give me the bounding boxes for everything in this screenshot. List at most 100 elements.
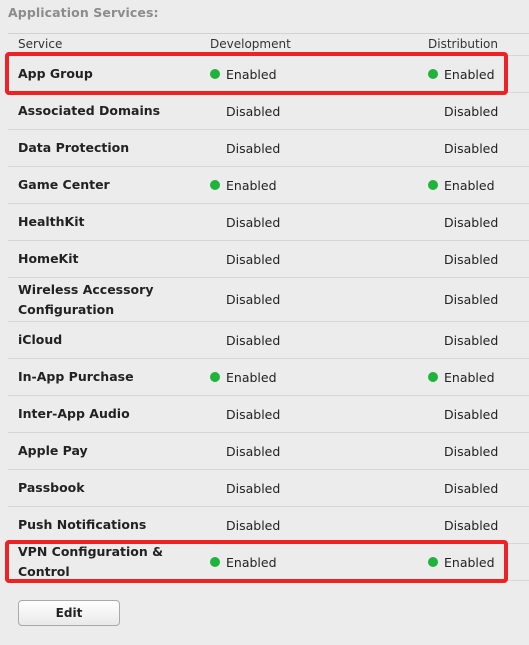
enabled-status-dot-icon — [428, 372, 438, 382]
distribution-status-cell: Enabled — [428, 167, 495, 203]
table-row: Associated Domains Disabled Disabled — [8, 92, 529, 129]
edit-button[interactable]: Edit — [18, 600, 120, 626]
development-status-cell: Disabled — [210, 322, 280, 358]
enabled-status-dot-icon — [210, 180, 220, 190]
table-body: App Group Enabled Enabled Associated Domain… — [8, 55, 529, 580]
service-name: iCloud — [18, 332, 63, 347]
enabled-status-dot-icon — [210, 557, 220, 567]
distribution-status-cell: Disabled — [428, 322, 498, 358]
distribution-status-text: Disabled — [444, 251, 499, 267]
table-row: Passbook Disabled Disabled — [8, 469, 529, 506]
distribution-status-cell: Enabled — [428, 56, 495, 92]
table-header: Service Development Distribution — [8, 33, 529, 55]
distribution-status-text: Disabled — [444, 443, 499, 459]
distribution-status-cell: Enabled — [428, 359, 495, 395]
table-row: Data Protection Disabled Disabled — [8, 129, 529, 166]
service-name: Data Protection — [18, 140, 130, 155]
development-status-cell: Disabled — [210, 204, 280, 240]
distribution-status-text: Disabled — [444, 214, 499, 230]
development-status-text: Enabled — [226, 177, 277, 193]
development-status-cell: Disabled — [210, 396, 280, 432]
distribution-status-text: Disabled — [444, 406, 499, 422]
distribution-status-cell: Disabled — [428, 396, 498, 432]
development-status-text: Disabled — [226, 480, 281, 496]
development-status-text: Disabled — [226, 332, 281, 348]
service-name: HealthKit — [18, 214, 85, 229]
development-status-text: Disabled — [226, 103, 281, 119]
distribution-status-cell: Disabled — [428, 130, 498, 166]
distribution-status-cell: Disabled — [428, 278, 498, 321]
development-status-cell: Disabled — [210, 130, 280, 166]
service-name: App Group — [18, 66, 93, 81]
development-status-text: Enabled — [226, 66, 277, 82]
distribution-status-cell: Disabled — [428, 507, 498, 543]
development-status-cell: Disabled — [210, 433, 280, 469]
column-header-service: Service — [18, 37, 63, 51]
table-row: HomeKit Disabled Disabled — [8, 240, 529, 277]
development-status-cell: Enabled — [210, 56, 277, 92]
service-name: HomeKit — [18, 251, 79, 266]
distribution-status-cell: Disabled — [428, 93, 498, 129]
distribution-status-text: Disabled — [444, 517, 499, 533]
enabled-status-dot-icon — [210, 372, 220, 382]
service-name: VPN Configuration & Control — [18, 544, 164, 579]
development-status-text: Disabled — [226, 406, 281, 422]
distribution-status-text: Disabled — [444, 332, 499, 348]
development-status-text: Disabled — [226, 214, 281, 230]
table-row: Wireless Accessory Configuration Disabled… — [8, 277, 529, 321]
enabled-status-dot-icon — [428, 180, 438, 190]
development-status-cell: Enabled — [210, 544, 277, 580]
service-name: Inter-App Audio — [18, 406, 130, 421]
distribution-status-cell: Disabled — [428, 433, 498, 469]
development-status-cell: Enabled — [210, 167, 277, 203]
column-header-development: Development — [210, 37, 291, 51]
service-name: Push Notifications — [18, 517, 147, 532]
service-name: Wireless Accessory Configuration — [18, 281, 154, 317]
service-name: Apple Pay — [18, 443, 88, 458]
development-status-text: Enabled — [226, 369, 277, 385]
table-row: VPN Configuration & Control Enabled Enable… — [8, 543, 529, 580]
table-row: Apple Pay Disabled Disabled — [8, 432, 529, 469]
enabled-status-dot-icon — [210, 69, 220, 79]
distribution-status-cell: Disabled — [428, 204, 498, 240]
development-status-text: Disabled — [226, 517, 281, 533]
development-status-text: Disabled — [226, 292, 281, 307]
distribution-status-text: Disabled — [444, 103, 499, 119]
distribution-status-cell: Disabled — [428, 241, 498, 277]
development-status-cell: Disabled — [210, 93, 280, 129]
development-status-cell: Disabled — [210, 470, 280, 506]
distribution-status-text: Enabled — [444, 554, 495, 570]
enabled-status-dot-icon — [428, 557, 438, 567]
distribution-status-text: Disabled — [444, 140, 499, 156]
distribution-status-cell: Enabled — [428, 544, 495, 580]
development-status-text: Disabled — [226, 251, 281, 267]
development-status-text: Enabled — [226, 554, 277, 570]
development-status-cell: Disabled — [210, 507, 280, 543]
service-name: Passbook — [18, 480, 85, 495]
table-row: Inter-App Audio Disabled Disabled — [8, 395, 529, 432]
table-row: Push Notifications Disabled Disabled — [8, 506, 529, 543]
distribution-status-text: Enabled — [444, 369, 495, 385]
development-status-cell: Disabled — [210, 278, 280, 321]
section-title: Application Services: — [8, 5, 159, 20]
service-name: Associated Domains — [18, 103, 161, 118]
distribution-status-text: Enabled — [444, 66, 495, 82]
services-table: Service Development Distribution App Gro… — [8, 33, 529, 581]
development-status-cell: Enabled — [210, 359, 277, 395]
distribution-status-text: Enabled — [444, 177, 495, 193]
development-status-cell: Disabled — [210, 241, 280, 277]
enabled-status-dot-icon — [428, 69, 438, 79]
distribution-status-cell: Disabled — [428, 470, 498, 506]
table-row: HealthKit Disabled Disabled — [8, 203, 529, 240]
distribution-status-text: Disabled — [444, 480, 499, 496]
table-row: In-App Purchase Enabled Enabled — [8, 358, 529, 395]
development-status-text: Disabled — [226, 443, 281, 459]
service-name: In-App Purchase — [18, 369, 134, 384]
table-row: App Group Enabled Enabled — [8, 55, 529, 92]
service-name: Game Center — [18, 177, 110, 192]
table-row: Game Center Enabled Enabled — [8, 166, 529, 203]
distribution-status-text: Disabled — [444, 292, 499, 307]
column-header-distribution: Distribution — [428, 37, 499, 51]
development-status-text: Disabled — [226, 140, 281, 156]
table-row: iCloud Disabled Disabled — [8, 321, 529, 358]
